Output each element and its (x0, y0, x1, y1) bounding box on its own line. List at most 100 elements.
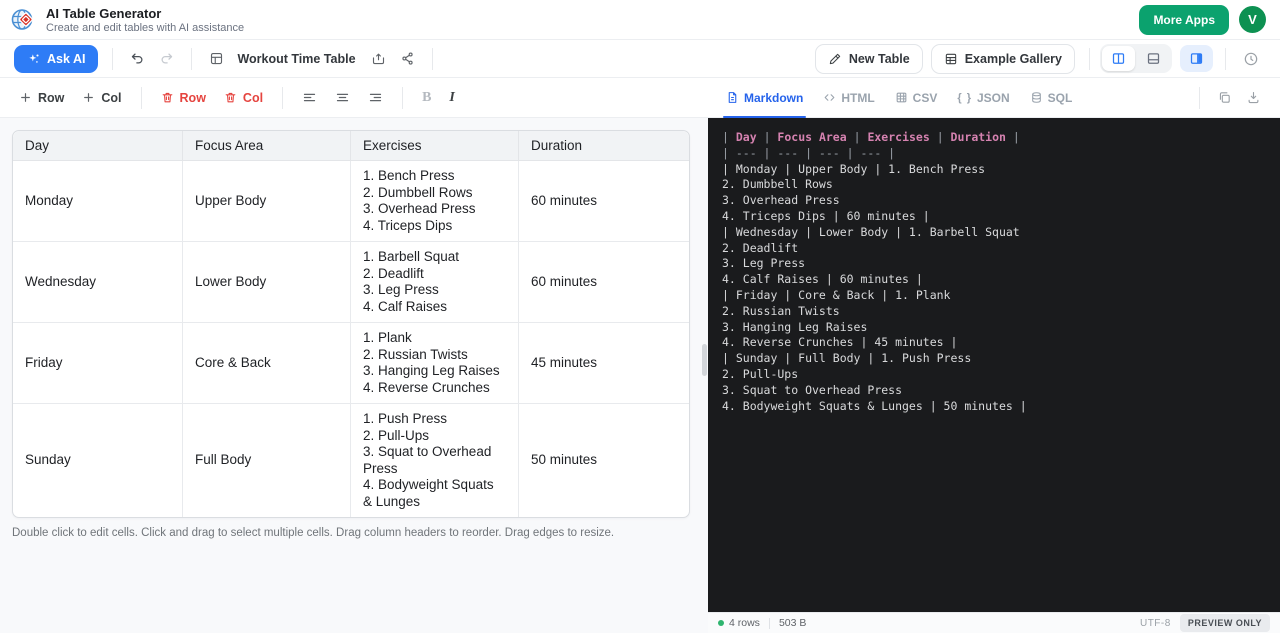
header-left: AI Table Generator Create and edit table… (10, 6, 244, 34)
bold-button[interactable]: B (413, 84, 440, 112)
cell-duration[interactable]: 60 minutes (519, 242, 689, 323)
download-button[interactable] (1239, 85, 1268, 110)
plus-icon (82, 91, 95, 104)
tab-csv[interactable]: CSV (885, 78, 948, 117)
align-left-button[interactable] (293, 84, 326, 111)
cell-exercises[interactable]: 1. Bench Press 2. Dumbbell Rows 3. Overh… (351, 161, 519, 242)
cell-exercises[interactable]: 1. Plank 2. Russian Twists 3. Hanging Le… (351, 323, 519, 404)
column-header-focus-area[interactable]: Focus Area (183, 131, 351, 161)
cell-day[interactable]: Monday (13, 161, 183, 242)
data-table[interactable]: Day Focus Area Exercises Duration Monday… (12, 130, 690, 518)
align-center-button[interactable] (326, 84, 359, 111)
help-text: Double click to edit cells. Click and dr… (12, 527, 615, 539)
tab-html[interactable]: HTML (813, 78, 884, 117)
cell-exercises[interactable]: 1. Push Press 2. Pull-Ups 3. Squat to Ov… (351, 404, 519, 517)
toggle-panel-button[interactable] (1180, 45, 1213, 72)
app-logo-icon (10, 6, 37, 33)
cell-day[interactable]: Sunday (13, 404, 183, 517)
cell-focus-area[interactable]: Lower Body (183, 242, 351, 323)
tab-sql-label: SQL (1047, 90, 1073, 105)
pane-resize-handle[interactable] (702, 344, 707, 376)
split-vertical-button[interactable] (1102, 46, 1135, 71)
trash-icon (161, 91, 174, 104)
table-row: Monday Upper Body 1. Bench Press 2. Dumb… (13, 161, 689, 242)
italic-icon: I (449, 89, 455, 105)
status-dot-icon (718, 620, 724, 626)
statusbar-left: 4 rows 503 B (718, 617, 806, 629)
plus-icon (19, 91, 32, 104)
page-title: AI Table Generator (46, 5, 162, 21)
bold-icon: B (422, 89, 432, 105)
tab-markdown-label: Markdown (744, 90, 804, 105)
divider (112, 47, 114, 70)
divider (768, 617, 770, 629)
table-body: Monday Upper Body 1. Bench Press 2. Dumb… (13, 161, 689, 517)
divider (191, 47, 193, 70)
table-header-row: Day Focus Area Exercises Duration (13, 131, 689, 161)
undo-button[interactable] (123, 46, 152, 71)
share-icon[interactable] (393, 46, 422, 71)
tab-html-label: HTML (841, 90, 875, 105)
align-right-button[interactable] (359, 84, 392, 111)
divider (431, 47, 433, 70)
add-row-label: Row (38, 90, 65, 105)
split-horizontal-button[interactable] (1137, 46, 1170, 71)
code-content: | Day | Focus Area | Exercises | Duratio… (708, 118, 1280, 612)
main-area: Row Col Row Col B I Day Focus Area Exerc… (0, 78, 1280, 633)
avatar[interactable]: V (1239, 6, 1266, 33)
copy-code-button[interactable] (1210, 85, 1239, 110)
example-gallery-label: Example Gallery (964, 51, 1062, 66)
add-row-button[interactable]: Row (10, 85, 73, 111)
tab-csv-label: CSV (912, 90, 938, 105)
export-tabbar: Markdown HTML CSV {} JSON SQL (708, 78, 1280, 118)
cell-day[interactable]: Wednesday (13, 242, 183, 323)
cell-day[interactable]: Friday (13, 323, 183, 404)
table-row: Friday Core & Back 1. Plank 2. Russian T… (13, 323, 689, 404)
redo-button[interactable] (152, 46, 181, 71)
cell-focus-area[interactable]: Core & Back (183, 323, 351, 404)
divider (1089, 47, 1090, 70)
toolbar-right: New Table Example Gallery (807, 43, 1266, 74)
column-header-duration[interactable]: Duration (519, 131, 689, 161)
column-header-exercises[interactable]: Exercises (351, 131, 519, 161)
tab-sql[interactable]: SQL (1020, 78, 1083, 117)
document-title[interactable]: Workout Time Table (237, 52, 355, 66)
delete-col-label: Col (242, 90, 264, 105)
table-row: Wednesday Lower Body 1. Barbell Squat 2.… (13, 242, 689, 323)
italic-button[interactable]: I (440, 84, 463, 112)
column-header-day[interactable]: Day (13, 131, 183, 161)
file-text-icon (726, 91, 739, 104)
tab-markdown[interactable]: Markdown (716, 78, 813, 118)
page-subtitle: Create and edit tables with AI assistanc… (46, 21, 245, 34)
cell-exercises[interactable]: 1. Barbell Squat 2. Deadlift 3. Leg Pres… (351, 242, 519, 323)
export-statusbar: 4 rows 503 B UTF-8 PREVIEW ONLY (708, 612, 1280, 633)
save-table-icon[interactable] (202, 46, 231, 71)
cell-duration[interactable]: 50 minutes (519, 404, 689, 517)
delete-row-label: Row (179, 90, 206, 105)
code-icon (823, 91, 836, 104)
export-preview-pane: Markdown HTML CSV {} JSON SQL | Day | F… (708, 78, 1280, 633)
delete-col-button[interactable]: Col (215, 85, 272, 111)
gallery-grid-icon (944, 52, 958, 66)
cell-duration[interactable]: 60 minutes (519, 161, 689, 242)
more-apps-button[interactable]: More Apps (1139, 4, 1229, 35)
new-table-label: New Table (848, 51, 910, 66)
cell-duration[interactable]: 45 minutes (519, 323, 689, 404)
ask-ai-label: Ask AI (47, 51, 86, 66)
preview-only-badge: PREVIEW ONLY (1179, 614, 1270, 632)
database-icon (1030, 91, 1043, 104)
table-row: Sunday Full Body 1. Push Press 2. Pull-U… (13, 404, 689, 517)
new-table-button[interactable]: New Table (814, 43, 923, 74)
delete-row-button[interactable]: Row (152, 85, 215, 111)
divider (282, 86, 284, 109)
add-col-button[interactable]: Col (73, 85, 130, 111)
history-icon[interactable] (1236, 46, 1266, 72)
tab-json[interactable]: { } JSON (947, 78, 1019, 117)
cell-focus-area[interactable]: Upper Body (183, 161, 351, 242)
example-gallery-button[interactable]: Example Gallery (930, 43, 1075, 74)
divider (140, 86, 142, 109)
header-right: More Apps V (1139, 4, 1266, 35)
cell-focus-area[interactable]: Full Body (183, 404, 351, 517)
export-icon[interactable] (364, 46, 393, 71)
ask-ai-button[interactable]: Ask AI (14, 44, 99, 73)
